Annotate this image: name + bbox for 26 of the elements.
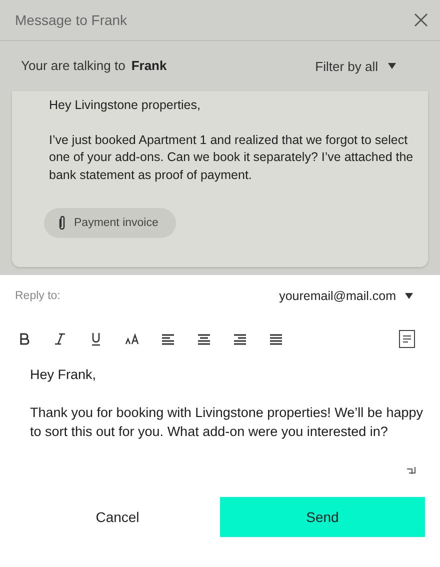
attachment-chip[interactable]: Payment invoice <box>44 208 176 238</box>
send-button[interactable]: Send <box>220 497 425 537</box>
caret-icon <box>405 293 413 299</box>
cancel-button[interactable]: Cancel <box>15 497 220 537</box>
email-dropdown[interactable]: youremail@mail.com <box>279 289 413 303</box>
resize-handle-icon[interactable] <box>407 465 416 474</box>
message-text: I’ve just booked Apartment 1 and realized that we forgot to select one of your add-ons. Can we book it separately? I’ve attached the bank statement as proof of payment. <box>49 132 414 184</box>
bold-icon[interactable] <box>17 332 31 346</box>
contact-name: Frank <box>131 58 167 73</box>
justify-icon[interactable] <box>269 332 283 346</box>
align-right-icon[interactable] <box>233 332 247 346</box>
conversation-label: Your are talking to <box>21 58 126 73</box>
document-icon[interactable] <box>399 330 415 348</box>
text-size-icon[interactable] <box>125 332 139 346</box>
underline-icon[interactable] <box>89 332 103 346</box>
reply-label: Reply to: <box>15 290 60 302</box>
close-icon[interactable] <box>414 13 428 27</box>
message-greeting: Hey Livingstone properties, <box>49 97 202 114</box>
filter-dropdown[interactable]: Filter by all <box>315 58 396 74</box>
paperclip-icon <box>58 215 66 231</box>
italic-icon[interactable] <box>53 332 67 346</box>
align-left-icon[interactable] <box>161 332 175 346</box>
caret-icon <box>388 63 396 69</box>
reply-field[interactable]: Hey Frank, Thank you for booking with Livingstone properties! We’ll be happy to sort this out for you. What add-on were you interested in? <box>30 361 427 465</box>
align-center-icon[interactable] <box>197 332 211 346</box>
dialog-title: Message to Frank <box>15 12 128 28</box>
